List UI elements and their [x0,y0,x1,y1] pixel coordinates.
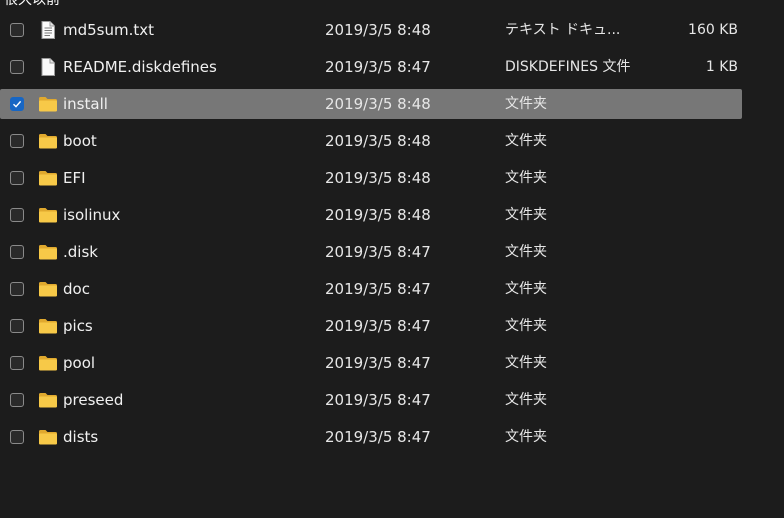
file-name: isolinux [63,206,121,224]
file-modified-date: 2019/3/5 8:48 [325,21,431,39]
file-name: pics [63,317,93,335]
file-type: 文件夹 [505,355,547,371]
file-modified-date: 2019/3/5 8:47 [325,428,431,446]
file-row[interactable]: .disk 2019/3/5 8:47 文件夹 [0,237,742,267]
row-checkbox[interactable] [10,356,24,370]
file-name: md5sum.txt [63,21,155,39]
file-modified-date: 2019/3/5 8:47 [325,280,431,298]
file-type: 文件夹 [505,392,547,408]
row-checkbox[interactable] [10,393,24,407]
folder-icon [38,132,58,150]
folder-icon [38,354,58,372]
file-name: EFI [63,169,86,187]
row-checkbox[interactable] [10,245,24,259]
file-type: 文件夹 [505,207,547,223]
folder-icon [38,169,58,187]
file-type: 文件夹 [505,281,547,297]
row-checkbox[interactable] [10,208,24,222]
file-row[interactable]: md5sum.txt 2019/3/5 8:48 テキスト ドキュ... 160 KB [0,15,742,45]
file-modified-date: 2019/3/5 8:48 [325,169,431,187]
row-checkbox[interactable] [10,60,24,74]
file-modified-date: 2019/3/5 8:48 [325,95,431,113]
file-type: 文件夹 [505,133,547,149]
file-type: 文件夹 [505,244,547,260]
file-size: 1 KB [705,59,738,75]
row-checkbox[interactable] [10,282,24,296]
file-type: テキスト ドキュ... [505,22,621,38]
file-row[interactable]: install 2019/3/5 8:48 文件夹 [0,89,742,119]
file-row[interactable]: boot 2019/3/5 8:48 文件夹 [0,126,742,156]
file-modified-date: 2019/3/5 8:47 [325,243,431,261]
file-name: README.diskdefines [63,58,217,76]
file-modified-date: 2019/3/5 8:48 [325,132,431,150]
file-modified-date: 2019/3/5 8:47 [325,317,431,335]
row-checkbox[interactable] [10,97,24,111]
file-name: doc [63,280,90,298]
row-checkbox[interactable] [10,430,24,444]
group-header[interactable]: 很久以前 [4,0,60,8]
file-name: dists [63,428,99,446]
row-checkbox[interactable] [10,134,24,148]
file-icon [38,58,58,76]
row-checkbox[interactable] [10,23,24,37]
row-checkbox[interactable] [10,171,24,185]
file-modified-date: 2019/3/5 8:47 [325,58,431,76]
file-type: DISKDEFINES 文件 [505,59,631,75]
folder-icon [38,280,58,298]
folder-icon [38,95,58,113]
file-row[interactable]: pool 2019/3/5 8:47 文件夹 [0,348,742,378]
folder-icon [38,206,58,224]
folder-icon [38,317,58,335]
file-row[interactable]: README.diskdefines 2019/3/5 8:47 DISKDEFIN… [0,52,742,82]
file-type: 文件夹 [505,318,547,334]
file-modified-date: 2019/3/5 8:47 [325,354,431,372]
file-modified-date: 2019/3/5 8:48 [325,206,431,224]
file-modified-date: 2019/3/5 8:47 [325,391,431,409]
folder-icon [38,243,58,261]
file-row[interactable]: EFI 2019/3/5 8:48 文件夹 [0,163,742,193]
row-checkbox[interactable] [10,319,24,333]
file-row[interactable]: doc 2019/3/5 8:47 文件夹 [0,274,742,304]
text-file-icon [38,21,58,39]
file-name: pool [63,354,96,372]
file-type: 文件夹 [505,96,547,112]
file-row[interactable]: preseed 2019/3/5 8:47 文件夹 [0,385,742,415]
file-type: 文件夹 [505,429,547,445]
file-explorer-list-view: 很久以前 md5sum.txt 2019/3/5 8:48 テキスト ドキュ... 1… [0,0,784,518]
file-type: 文件夹 [505,170,547,186]
file-name: install [63,95,108,113]
file-row[interactable]: dists 2019/3/5 8:47 文件夹 [0,422,742,452]
file-name: .disk [63,243,98,261]
file-row[interactable]: isolinux 2019/3/5 8:48 文件夹 [0,200,742,230]
folder-icon [38,428,58,446]
file-name: preseed [63,391,124,409]
folder-icon [38,391,58,409]
file-size: 160 KB [688,22,738,38]
file-name: boot [63,132,97,150]
file-row[interactable]: pics 2019/3/5 8:47 文件夹 [0,311,742,341]
